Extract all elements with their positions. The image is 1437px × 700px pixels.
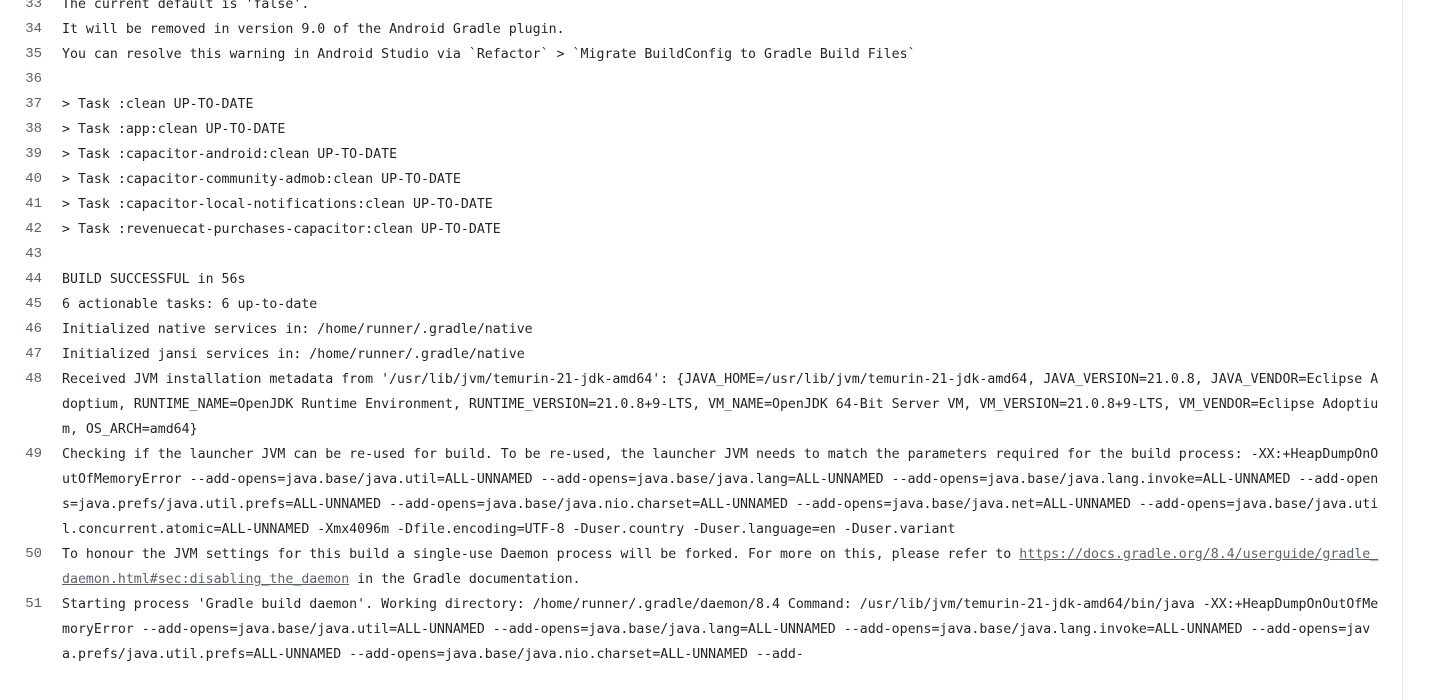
line-number[interactable]: 33 xyxy=(0,0,62,17)
line-text: Checking if the launcher JVM can be re-u… xyxy=(62,447,1379,537)
line-text: It will be removed in version 9.0 of the… xyxy=(62,22,565,37)
log-line-50: 50 To honour the JVM settings for this b… xyxy=(0,542,1401,592)
line-text: Starting process 'Gradle build daemon'. … xyxy=(62,597,1379,662)
log-line-40: 40 > Task :capacitor-community-admob:cle… xyxy=(0,167,1401,192)
line-text: > Task :capacitor-android:clean UP-TO-DA… xyxy=(62,147,398,162)
line-number[interactable]: 49 xyxy=(0,442,62,467)
log-line-49: 49 Checking if the launcher JVM can be r… xyxy=(0,442,1401,542)
log-line-47: 47 Initialized jansi services in: /home/… xyxy=(0,342,1401,367)
log-line-41: 41 > Task :capacitor-local-notifications… xyxy=(0,192,1401,217)
line-text: > Task :capacitor-community-admob:clean … xyxy=(62,172,461,187)
scrollbar-track[interactable] xyxy=(1402,0,1403,700)
log-line-34: 34 It will be removed in version 9.0 of … xyxy=(0,17,1401,42)
log-line-35: 35 You can resolve this warning in Andro… xyxy=(0,42,1401,67)
line-number[interactable]: 39 xyxy=(0,142,62,167)
line-number[interactable]: 37 xyxy=(0,92,62,117)
line-number[interactable]: 40 xyxy=(0,167,62,192)
log-line-38: 38 > Task :app:clean UP-TO-DATE xyxy=(0,117,1401,142)
line-number[interactable]: 44 xyxy=(0,267,62,292)
log-line-36: 36 xyxy=(0,67,1401,92)
line-number[interactable]: 47 xyxy=(0,342,62,367)
line-text-before-link: To honour the JVM settings for this buil… xyxy=(62,547,1020,562)
line-number[interactable]: 46 xyxy=(0,317,62,342)
line-number[interactable]: 51 xyxy=(0,592,62,617)
log-line-45: 45 6 actionable tasks: 6 up-to-date xyxy=(0,292,1401,317)
line-text: Received JVM installation metadata from … xyxy=(62,372,1379,437)
log-line-51: 51 Starting process 'Gradle build daemon… xyxy=(0,592,1401,667)
line-text: To honour the JVM settings for this buil… xyxy=(62,542,1401,592)
line-number[interactable]: 50 xyxy=(0,542,62,567)
line-text: The current default is 'false'. xyxy=(62,0,310,12)
log-line-43: 43 xyxy=(0,242,1401,267)
line-text: > Task :app:clean UP-TO-DATE xyxy=(62,122,286,137)
line-number[interactable]: 36 xyxy=(0,67,62,92)
build-log-panel: 33 The current default is 'false'. 34 It… xyxy=(0,0,1437,700)
line-number[interactable]: 42 xyxy=(0,217,62,242)
log-line-33: 33 The current default is 'false'. xyxy=(0,0,1401,17)
line-text: You can resolve this warning in Android … xyxy=(62,47,916,62)
line-text: > Task :revenuecat-purchases-capacitor:c… xyxy=(62,222,501,237)
log-line-48: 48 Received JVM installation metadata fr… xyxy=(0,367,1401,442)
line-text: BUILD SUCCESSFUL in 56s xyxy=(62,272,246,287)
line-number[interactable]: 48 xyxy=(0,367,62,392)
line-text: Initialized native services in: /home/ru… xyxy=(62,322,533,337)
line-number[interactable]: 45 xyxy=(0,292,62,317)
log-line-46: 46 Initialized native services in: /home… xyxy=(0,317,1401,342)
line-text: 6 actionable tasks: 6 up-to-date xyxy=(62,297,318,312)
log-line-39: 39 > Task :capacitor-android:clean UP-TO… xyxy=(0,142,1401,167)
line-text: > Task :clean UP-TO-DATE xyxy=(62,97,254,112)
log-line-44: 44 BUILD SUCCESSFUL in 56s xyxy=(0,267,1401,292)
line-text: > Task :capacitor-local-notifications:cl… xyxy=(62,197,493,212)
log-lines: 33 The current default is 'false'. 34 It… xyxy=(0,0,1401,667)
line-number[interactable]: 35 xyxy=(0,42,62,67)
line-text-after-link: in the Gradle documentation. xyxy=(349,572,581,587)
line-number[interactable]: 43 xyxy=(0,242,62,267)
line-text: Initialized jansi services in: /home/run… xyxy=(62,347,525,362)
line-number[interactable]: 38 xyxy=(0,117,62,142)
log-line-42: 42 > Task :revenuecat-purchases-capacito… xyxy=(0,217,1401,242)
log-line-37: 37 > Task :clean UP-TO-DATE xyxy=(0,92,1401,117)
line-number[interactable]: 41 xyxy=(0,192,62,217)
line-number[interactable]: 34 xyxy=(0,17,62,42)
